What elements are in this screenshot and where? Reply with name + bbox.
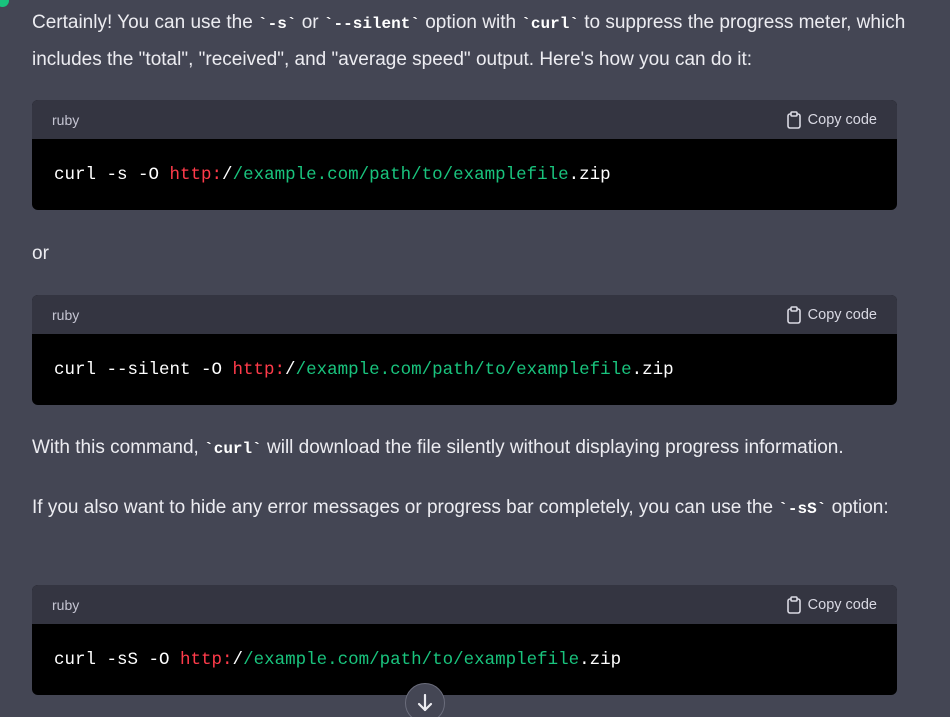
intro-text-1: Certainly! You can use the [32,12,259,33]
code-language-label: ruby [52,596,80,613]
clipboard-icon [786,305,802,324]
scroll-to-bottom-button[interactable] [405,683,445,717]
intro-paragraph: Certainly! You can use the `-s` or `--si… [32,5,912,77]
code-url-extension: .zip [568,164,611,185]
code-url-path: /example.com/path/to/examplefile [232,164,569,185]
copy-code-label: Copy code [807,111,877,128]
code-block-1: ruby Copy code curl -s -O http: //example… [32,100,897,210]
advice-text-1: If you also want to hide any error messa… [32,497,779,518]
inline-code-curl: `curl` [521,15,579,33]
code-url-path: /example.com/path/to/examplefile [243,649,580,670]
intro-text-3: option with [419,12,522,33]
code-block-3: ruby Copy code curl -sS -O http: //exampl… [32,585,897,695]
clipboard-icon [786,110,802,129]
inline-code-s-flag: `-s` [258,15,297,33]
explanation-text-1: With this command, [32,437,205,458]
copy-code-button[interactable]: Copy code [786,305,877,324]
code-url-extension: .zip [579,649,622,670]
clipboard-icon [786,595,802,614]
code-url-extension: .zip [631,359,674,380]
code-language-label: ruby [52,306,80,323]
code-url-protocol: http: [169,164,223,185]
inline-code-curl: `curl` [204,440,262,458]
code-block-2: ruby Copy code curl --silent -O http: //e… [32,295,897,405]
code-block-header: ruby Copy code [32,295,897,334]
code-url-protocol: http: [232,359,286,380]
code-command: curl -s -O [54,164,170,185]
code-url-path: /example.com/path/to/examplefile [295,359,632,380]
or-text: or [32,243,49,264]
code-content: curl -sS -O http: //example.com/path/to/e… [32,624,897,695]
inline-code-silent-flag: `--silent` [323,15,420,33]
code-command: curl -sS -O [54,649,181,670]
explanation-paragraph: With this command, `curl` will download … [32,430,912,467]
copy-code-label: Copy code [807,306,877,323]
explanation-text-2: will download the file silently without … [261,437,844,458]
copy-code-label: Copy code [807,596,877,613]
code-url-slash: / [222,164,233,185]
code-content: curl --silent -O http: //example.com/path… [32,334,897,405]
code-url-slash: / [285,359,296,380]
advice-text-2: option: [826,497,889,518]
code-block-header: ruby Copy code [32,585,897,624]
code-language-label: ruby [52,111,80,128]
intro-text-2: or [296,12,324,33]
code-url-slash: / [232,649,244,670]
code-command: curl --silent -O [54,359,233,380]
code-content: curl -s -O http: //example.com/path/to/ex… [32,139,897,210]
arrow-down-icon [417,693,433,717]
code-block-header: ruby Copy code [32,100,897,139]
code-url-protocol: http: [180,649,233,670]
advice-paragraph: If you also want to hide any error messa… [32,490,912,527]
assistant-avatar-icon [0,0,9,7]
copy-code-button[interactable]: Copy code [786,595,877,614]
inline-code-ss-flag: `-sS` [778,500,827,518]
copy-code-button[interactable]: Copy code [786,110,877,129]
